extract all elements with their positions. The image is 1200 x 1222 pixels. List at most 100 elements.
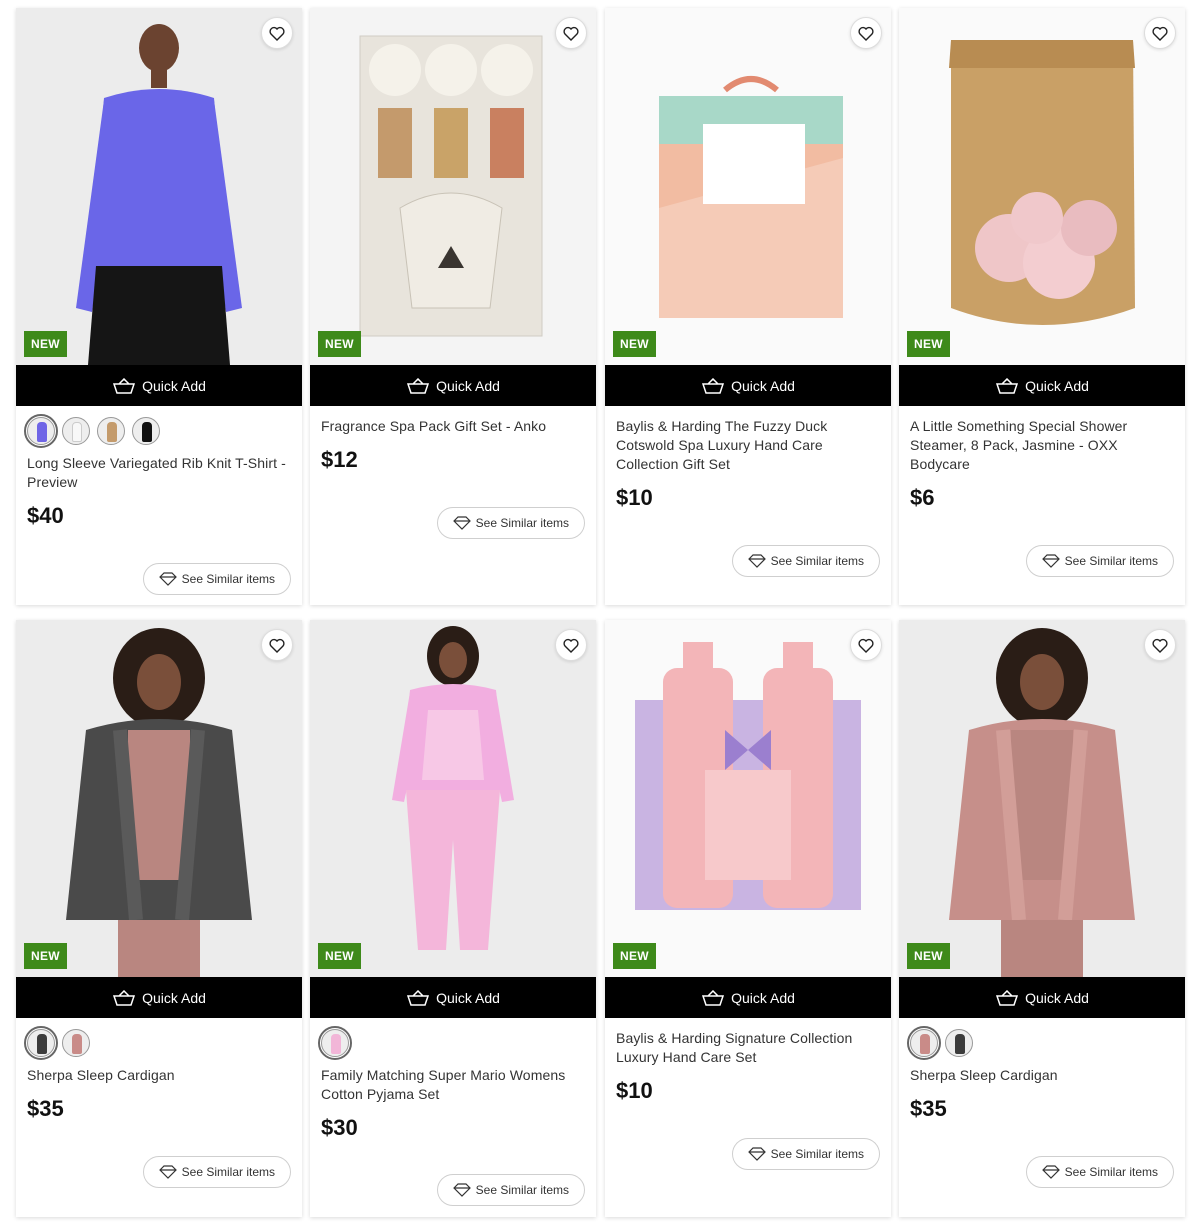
product-photo — [16, 620, 302, 977]
product-image[interactable]: NEW — [899, 620, 1185, 977]
see-similar-button[interactable]: See Similar items — [142, 563, 291, 595]
product-photo — [310, 8, 596, 365]
product-title[interactable]: Sherpa Sleep Cardigan — [910, 1066, 1174, 1085]
see-similar-label: See Similar items — [1064, 1165, 1158, 1179]
swatch-pink[interactable] — [907, 1026, 941, 1060]
quick-add-label: Quick Add — [142, 377, 206, 394]
wishlist-heart-icon[interactable] — [555, 629, 587, 661]
basket-icon — [996, 989, 1019, 1006]
product-price: $40 — [27, 503, 64, 528]
swatch-purple[interactable] — [24, 414, 58, 448]
new-badge: NEW — [318, 943, 361, 969]
product-card[interactable]: NEW Quick Add Baylis & Harding The Fuzzy… — [605, 8, 891, 605]
quick-add-button[interactable]: Quick Add — [899, 977, 1185, 1018]
product-price: $10 — [616, 1078, 653, 1103]
new-badge: NEW — [907, 943, 950, 969]
see-similar-button[interactable]: See Similar items — [1025, 545, 1174, 577]
quick-add-button[interactable]: Quick Add — [605, 365, 891, 406]
see-similar-label: See Similar items — [181, 572, 275, 586]
quick-add-label: Quick Add — [1025, 377, 1089, 394]
swatch-pink[interactable] — [62, 1029, 90, 1057]
see-similar-button[interactable]: See Similar items — [436, 507, 585, 539]
colour-swatches — [318, 1026, 585, 1060]
product-card[interactable]: NEW Quick Add Sherpa Sleep Cardigan $35 … — [899, 620, 1185, 1217]
product-photo — [899, 620, 1185, 977]
see-similar-label: See Similar items — [181, 1165, 275, 1179]
product-title[interactable]: Family Matching Super Mario Womens Cotto… — [321, 1066, 585, 1104]
basket-icon — [702, 989, 725, 1006]
product-title[interactable]: Baylis & Harding Signature Collection Lu… — [616, 1029, 880, 1067]
colour-swatches — [24, 414, 291, 448]
product-photo — [605, 8, 891, 365]
diamond-icon — [158, 572, 177, 586]
see-similar-label: See Similar items — [475, 516, 569, 530]
wishlist-heart-icon[interactable] — [850, 629, 882, 661]
new-badge: NEW — [24, 943, 67, 969]
swatch-tan[interactable] — [97, 417, 125, 445]
product-title[interactable]: Fragrance Spa Pack Gift Set - Anko — [321, 417, 585, 436]
quick-add-button[interactable]: Quick Add — [16, 977, 302, 1018]
product-title[interactable]: Sherpa Sleep Cardigan — [27, 1066, 291, 1085]
product-card[interactable]: NEW Quick Add A Little Something Special… — [899, 8, 1185, 605]
basket-icon — [407, 377, 430, 394]
basket-icon — [407, 989, 430, 1006]
wishlist-heart-icon[interactable] — [261, 629, 293, 661]
quick-add-label: Quick Add — [436, 989, 500, 1006]
swatch-black[interactable] — [132, 417, 160, 445]
quick-add-button[interactable]: Quick Add — [310, 977, 596, 1018]
product-card[interactable]: NEW Quick Add Family Matching Super Mari… — [310, 620, 596, 1217]
see-similar-button[interactable]: See Similar items — [731, 545, 880, 577]
wishlist-heart-icon[interactable] — [261, 17, 293, 49]
product-image[interactable]: NEW — [310, 620, 596, 977]
see-similar-button[interactable]: See Similar items — [731, 1138, 880, 1170]
wishlist-heart-icon[interactable] — [1144, 17, 1176, 49]
product-price: $35 — [27, 1096, 64, 1121]
quick-add-label: Quick Add — [436, 377, 500, 394]
basket-icon — [996, 377, 1019, 394]
swatch-pink[interactable] — [318, 1026, 352, 1060]
quick-add-button[interactable]: Quick Add — [605, 977, 891, 1018]
quick-add-label: Quick Add — [142, 989, 206, 1006]
quick-add-button[interactable]: Quick Add — [16, 365, 302, 406]
quick-add-label: Quick Add — [1025, 989, 1089, 1006]
product-title[interactable]: Baylis & Harding The Fuzzy Duck Cotswold… — [616, 417, 880, 474]
colour-swatches — [24, 1026, 291, 1060]
product-image[interactable]: NEW — [605, 620, 891, 977]
product-title[interactable]: A Little Something Special Shower Steame… — [910, 417, 1174, 474]
quick-add-button[interactable]: Quick Add — [899, 365, 1185, 406]
colour-swatches — [907, 1026, 1174, 1060]
product-card[interactable]: NEW Quick Add Fragrance Spa Pack Gift Se… — [310, 8, 596, 605]
product-title[interactable]: Long Sleeve Variegated Rib Knit T-Shirt … — [27, 454, 291, 492]
diamond-icon — [747, 1147, 766, 1161]
product-price: $6 — [910, 485, 935, 510]
product-card[interactable]: NEW Quick Add Sherpa Sleep Cardigan $35 … — [16, 620, 302, 1217]
quick-add-label: Quick Add — [731, 377, 795, 394]
see-similar-button[interactable]: See Similar items — [142, 1156, 291, 1188]
product-photo — [310, 620, 596, 977]
product-card[interactable]: NEW Quick Add Baylis & Harding Signature… — [605, 620, 891, 1217]
diamond-icon — [158, 1165, 177, 1179]
new-badge: NEW — [318, 331, 361, 357]
wishlist-heart-icon[interactable] — [555, 17, 587, 49]
see-similar-label: See Similar items — [1064, 554, 1158, 568]
quick-add-label: Quick Add — [731, 989, 795, 1006]
product-card[interactable]: NEW Quick Add Long Sleeve Variegated Rib… — [16, 8, 302, 605]
see-similar-button[interactable]: See Similar items — [436, 1174, 585, 1206]
swatch-charcoal[interactable] — [945, 1029, 973, 1057]
product-photo — [899, 8, 1185, 365]
see-similar-label: See Similar items — [770, 1147, 864, 1161]
swatch-white[interactable] — [62, 417, 90, 445]
wishlist-heart-icon[interactable] — [1144, 629, 1176, 661]
product-image[interactable]: NEW — [16, 620, 302, 977]
product-photo — [16, 8, 302, 365]
product-image[interactable]: NEW — [899, 8, 1185, 365]
quick-add-button[interactable]: Quick Add — [310, 365, 596, 406]
see-similar-button[interactable]: See Similar items — [1025, 1156, 1174, 1188]
wishlist-heart-icon[interactable] — [850, 17, 882, 49]
product-image[interactable]: NEW — [16, 8, 302, 365]
product-image[interactable]: NEW — [605, 8, 891, 365]
see-similar-label: See Similar items — [475, 1183, 569, 1197]
swatch-charcoal[interactable] — [24, 1026, 58, 1060]
product-image[interactable]: NEW — [310, 8, 596, 365]
product-grid: NEW Quick Add Long Sleeve Variegated Rib… — [0, 0, 1200, 1222]
